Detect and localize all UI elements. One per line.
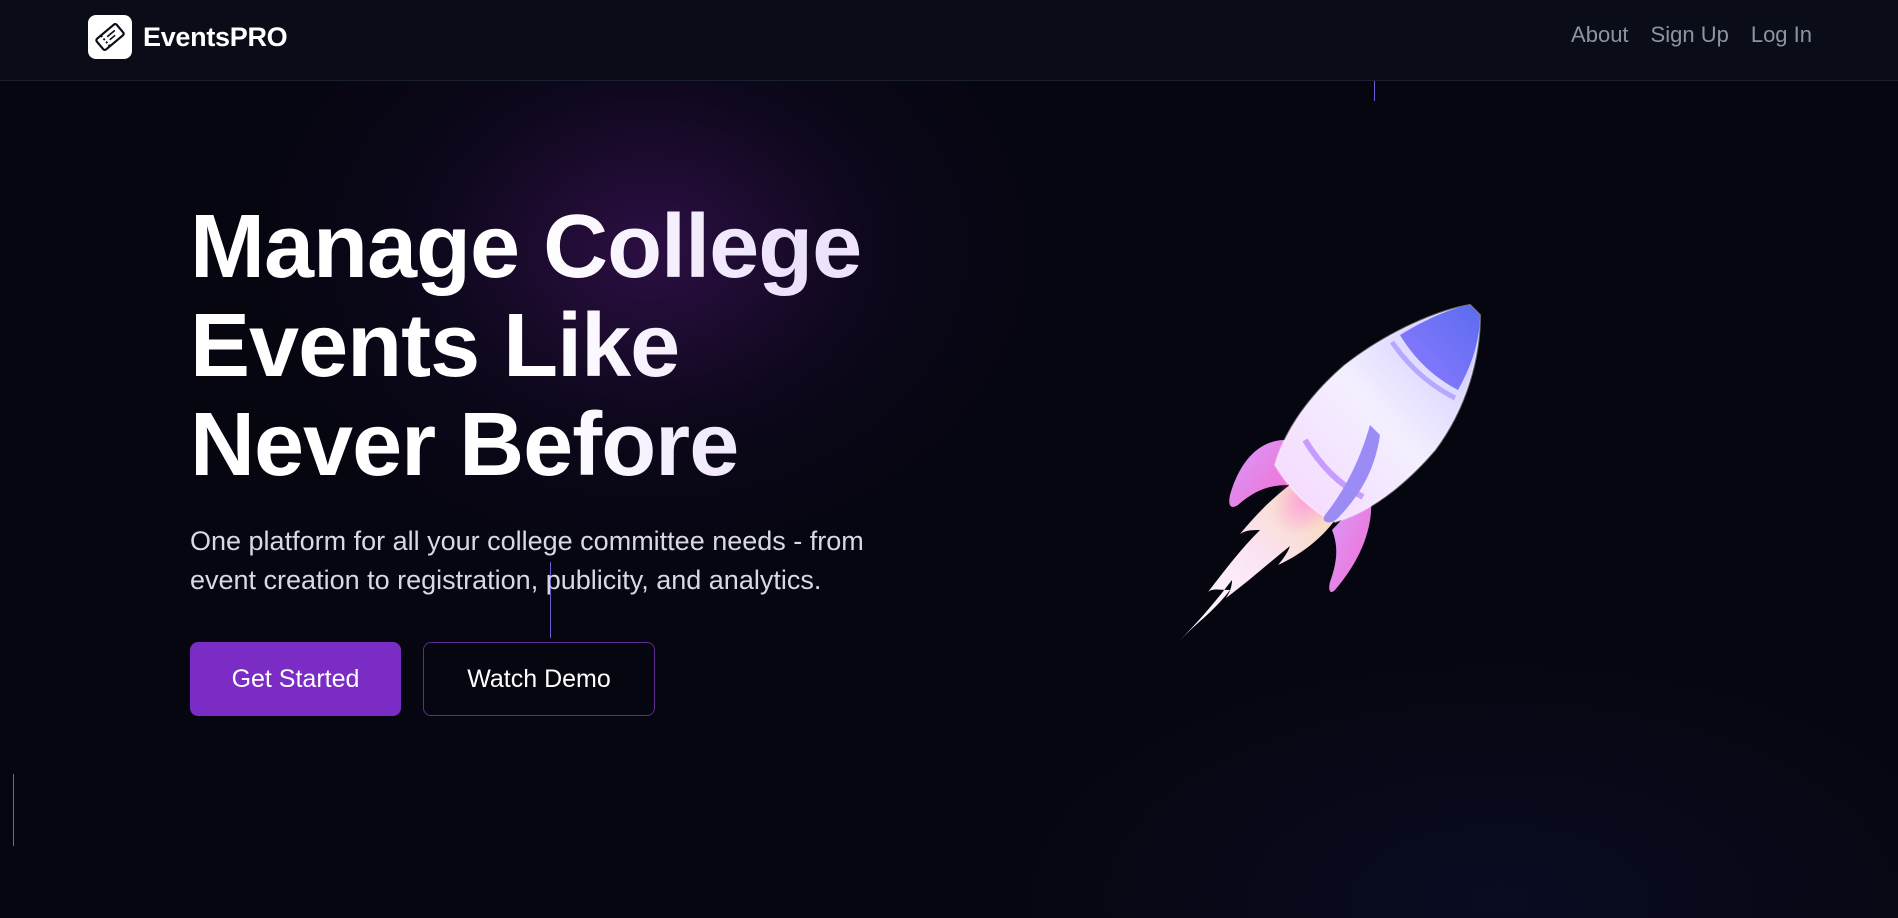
hero-title-line-3: Never Before — [190, 395, 739, 495]
hero-subtitle-line-1: One platform for all your college commit… — [190, 526, 864, 556]
brand-name: EventsPRO — [143, 21, 288, 52]
hero-title-line-2: Events Like — [190, 296, 680, 396]
nav-links: About Sign Up Log In — [1571, 22, 1812, 48]
ticket-icon — [88, 15, 132, 59]
navbar: EventsPRO About Sign Up Log In — [0, 0, 1898, 81]
brand[interactable]: EventsPRO — [88, 15, 288, 59]
get-started-button[interactable]: Get Started — [190, 642, 401, 716]
hero-title: Manage College Events Like Never Before — [190, 198, 1050, 495]
hero-subtitle-line-2: event creation to registration, publicit… — [190, 565, 822, 595]
landing-page: EventsPRO About Sign Up Log In Manage Co… — [0, 0, 1898, 918]
nav-about-link[interactable]: About — [1571, 22, 1629, 48]
hero-subtitle: One platform for all your college commit… — [190, 522, 930, 600]
watch-demo-button[interactable]: Watch Demo — [423, 642, 655, 716]
accent-line-left — [13, 774, 14, 846]
nav-signup-link[interactable]: Sign Up — [1651, 22, 1729, 48]
rocket-icon — [1160, 290, 1500, 650]
accent-line-top — [1374, 81, 1375, 101]
nav-login-link[interactable]: Log In — [1751, 22, 1812, 48]
hero-title-line-1: Manage College — [190, 197, 862, 297]
